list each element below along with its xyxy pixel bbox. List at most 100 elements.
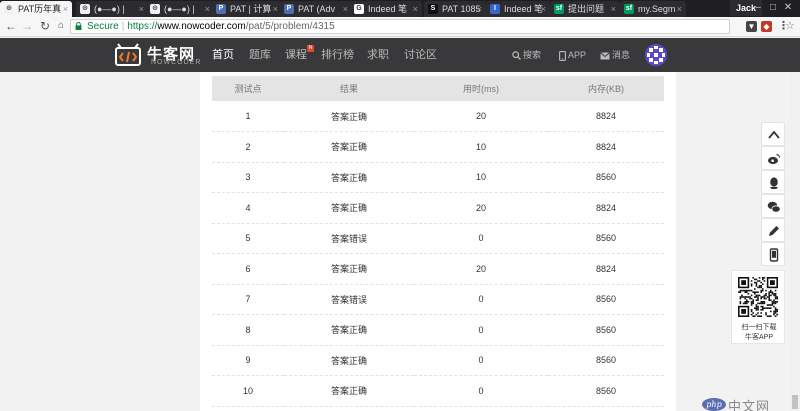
qr-caption-line2: 牛客APP — [744, 334, 773, 341]
nav-item[interactable]: 题库 — [249, 38, 271, 72]
test-point-cell: 8 — [212, 314, 284, 346]
app-download-qr[interactable]: 扫一扫下载 牛客APP — [731, 270, 785, 344]
tab-close-icon[interactable]: × — [205, 1, 210, 17]
reload-icon[interactable]: ↻ — [38, 19, 52, 33]
nav-item-label: 课程 — [285, 49, 307, 61]
tab-close-icon[interactable]: × — [273, 1, 278, 17]
share-weibo-button[interactable] — [761, 146, 785, 170]
page-scrollbar[interactable] — [790, 72, 800, 411]
nav-item[interactable]: 首页 — [212, 38, 234, 72]
nav-item[interactable]: 求职 — [367, 38, 389, 72]
menu-dots-icon[interactable]: ⋮ — [778, 21, 789, 32]
time-cell: 0 — [414, 345, 548, 376]
wechat-icon — [767, 201, 781, 213]
feedback-button[interactable] — [761, 218, 785, 242]
time-cell: 10 — [414, 162, 548, 193]
back-to-top-button[interactable] — [761, 122, 785, 146]
site-header: 牛客网 NOWCODER 首页 题库 课程 N 排行榜 求职 讨论区 搜索 APP 消息 — [0, 38, 800, 72]
app-button[interactable]: APP — [559, 38, 586, 72]
tab-close-icon[interactable]: × — [343, 1, 348, 17]
header-memory: 内存(KB) — [548, 76, 664, 101]
search-icon — [512, 51, 521, 61]
share-qq-button[interactable] — [761, 170, 785, 194]
table-row: 10 答案正确 0 8560 — [212, 375, 664, 407]
memory-cell: 8824 — [548, 253, 664, 285]
nav-item[interactable]: 排行榜 — [321, 38, 354, 72]
browser-tab[interactable]: sf my.Segm × — [620, 1, 686, 17]
home-icon[interactable]: ⌂ — [54, 19, 68, 33]
nav-item-label: 题库 — [249, 49, 271, 61]
test-point-cell: 6 — [212, 253, 284, 285]
test-point-cell: 2 — [212, 131, 284, 163]
time-cell: 0 — [414, 223, 548, 254]
test-point-cell: 3 — [212, 162, 284, 193]
time-cell: 20 — [414, 192, 548, 224]
address-separator: | — [121, 21, 125, 32]
browser-tab[interactable]: P PAT | 计算 × — [212, 1, 282, 17]
browser-tab[interactable]: P PAT (Adv × — [280, 1, 352, 17]
browser-tab-strip: ⊙ PAT历年真 × ⊙ (●—●) | × ⊙ (●—●) | × P PAT | 计算 × P PAT… — [0, 0, 800, 17]
browser-tab[interactable]: S PAT 1085 × — [424, 1, 486, 17]
messages-button[interactable]: 消息 — [600, 38, 630, 72]
mobile-app-button[interactable] — [761, 242, 785, 266]
tab-close-icon[interactable]: × — [413, 1, 418, 17]
tab-close-icon[interactable]: × — [63, 1, 68, 17]
watermark-text: 中文网 — [728, 399, 771, 411]
tab-close-icon[interactable]: × — [541, 1, 546, 17]
secure-label: Secure — [87, 21, 119, 32]
share-wechat-button[interactable] — [761, 194, 785, 218]
close-window-icon[interactable]: ✕ — [782, 0, 794, 16]
maximize-icon[interactable]: □ — [767, 0, 779, 16]
tab-title: Indeed 笔 — [504, 4, 544, 14]
weibo-icon — [768, 153, 781, 165]
header-time: 用时(ms) — [414, 76, 548, 101]
browser-tab[interactable]: ⊙ PAT历年真 × — [0, 1, 72, 17]
feedback-pencil-icon — [769, 226, 779, 236]
nav-item[interactable]: 课程 N — [285, 38, 314, 72]
browser-tab[interactable]: sf 提出问题 × — [550, 1, 620, 17]
tab-favicon-icon: ⊙ — [150, 4, 160, 14]
tab-title: my.Segm — [638, 4, 676, 14]
memory-cell: 8560 — [548, 345, 664, 376]
scrollbar-thumb[interactable] — [792, 395, 798, 409]
browser-toolbar: ← → ↻ ⌂ Secure | https://www.nowcoder.com/… — [0, 17, 800, 37]
memory-cell: 8560 — [548, 223, 664, 254]
browser-tab[interactable]: ⊙ (●—●) | × — [76, 1, 148, 17]
browser-tab[interactable]: ⊙ (●—●) | × — [146, 1, 214, 17]
nav-item[interactable]: 讨论区 — [404, 38, 437, 72]
tab-close-icon[interactable]: × — [477, 1, 482, 17]
tab-close-icon[interactable]: × — [139, 1, 144, 17]
tab-favicon-icon: S — [428, 4, 438, 14]
tab-title: PAT (Adv — [298, 4, 336, 14]
nowcoder-logo-icon — [115, 43, 141, 66]
back-to-top-icon — [768, 130, 780, 139]
nav-item-label: 求职 — [367, 49, 389, 61]
header-result: 结果 — [284, 76, 414, 101]
url-protocol: https:// — [127, 21, 158, 32]
test-point-cell: 7 — [212, 284, 284, 315]
time-cell: 20 — [414, 253, 548, 285]
browser-tab[interactable]: I Indeed 笔 × — [486, 1, 550, 17]
memory-cell: 8824 — [548, 192, 664, 224]
address-bar[interactable]: Secure | https://www.nowcoder.com/pat/5/pr… — [70, 19, 795, 34]
test-point-cell: 5 — [212, 223, 284, 254]
tab-close-icon[interactable]: × — [611, 1, 616, 17]
memory-cell: 8560 — [548, 162, 664, 193]
memory-cell: 8560 — [548, 284, 664, 315]
browser-tab[interactable]: G Indeed 笔 × — [350, 1, 422, 17]
extension-icon[interactable]: ◆ — [761, 21, 772, 32]
extension-icon[interactable]: ▼ — [746, 21, 757, 32]
minimize-icon[interactable]: – — [752, 0, 764, 16]
forward-arrow-icon[interactable]: → — [20, 19, 34, 33]
search-button[interactable]: 搜索 — [512, 38, 541, 72]
result-cell: 答案正确 — [284, 314, 414, 346]
logo-subtitle: NOWCODER — [151, 59, 202, 66]
tab-favicon-icon: G — [354, 4, 364, 14]
tab-favicon-icon: ⊙ — [4, 4, 14, 14]
nav-item-label: 首页 — [212, 49, 234, 61]
time-cell: 0 — [414, 314, 548, 346]
back-arrow-icon[interactable]: ← — [4, 19, 18, 33]
tab-close-icon[interactable]: × — [677, 1, 682, 17]
avatar[interactable] — [645, 44, 667, 66]
time-cell: 0 — [414, 284, 548, 315]
